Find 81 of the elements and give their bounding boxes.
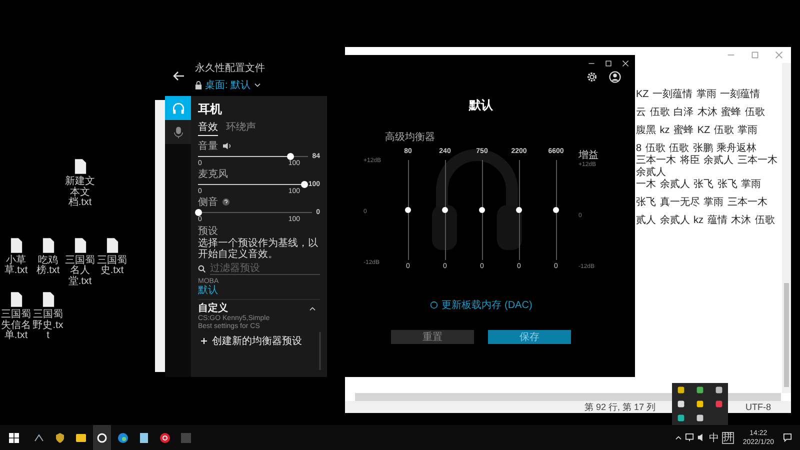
equalizer-heading: 高级均衡器 <box>385 130 435 144</box>
microphone-icon <box>172 126 184 138</box>
notification-icon[interactable] <box>783 433 792 442</box>
file-name: 三国蜀失信名单.txt <box>0 310 32 342</box>
file-icon[interactable] <box>106 236 118 254</box>
square-icon <box>180 432 192 444</box>
preset-item[interactable]: 默认 <box>198 285 320 297</box>
profile-dropdown[interactable]: 桌面: 默认 <box>205 78 251 92</box>
folder-icon <box>75 432 87 444</box>
description: 选择一个预设作为基线，以开始自定义音效。 <box>198 238 319 260</box>
profile-caption: 永久性配置文件 <box>195 62 265 75</box>
file-icon[interactable] <box>10 236 22 254</box>
text-line: 贰人 余贰人 kz 蕴情 木沐 伍歌 <box>636 215 776 227</box>
slider-label: 音量 <box>198 140 218 153</box>
gain-label: 增益 <box>578 149 600 162</box>
maximize-icon[interactable] <box>605 60 612 67</box>
user-icon[interactable] <box>609 71 621 83</box>
network-icon[interactable] <box>684 433 694 442</box>
input-mode-indicator[interactable]: 拼 <box>722 432 734 444</box>
reset-button[interactable]: 重置 <box>391 330 474 344</box>
tab[interactable]: 环绕声 <box>226 120 256 136</box>
equalizer-slider[interactable] <box>479 160 485 260</box>
disc-icon <box>159 432 171 444</box>
shield-icon <box>54 432 66 444</box>
text-line: 张飞 真一无尽 掌雨 三本一木 <box>636 197 768 209</box>
input-method-indicator[interactable]: 中 <box>708 430 719 444</box>
help-icon[interactable] <box>222 198 230 206</box>
microphone-tab[interactable] <box>165 120 191 144</box>
search-field[interactable]: 过滤器预设 <box>210 262 320 274</box>
text-line: 三本一木 将臣 余贰人 三本一木 <box>636 155 778 166</box>
plus-icon <box>201 338 207 344</box>
caret-icon[interactable] <box>254 82 261 88</box>
create-preset-button[interactable]: 创建新的均衡器预设 <box>198 334 320 348</box>
encoding-label: UTF-8 <box>746 402 771 412</box>
file-name: 吃鸡榜.txt <box>35 256 61 276</box>
section-heading: 预设 <box>198 225 219 238</box>
file-name: 三国蜀名人堂.txt <box>64 256 96 287</box>
globe-icon <box>117 432 129 444</box>
speaker-icon <box>222 142 232 150</box>
lock-icon <box>195 80 202 90</box>
text-line: 余贰人 <box>636 167 667 178</box>
minimize-icon[interactable] <box>588 60 595 67</box>
text-line: KZ 一刻蕴情 掌雨 一刻蕴情 <box>636 89 762 101</box>
file-icon[interactable] <box>10 291 22 308</box>
slider-label: 侧音 <box>198 196 218 209</box>
taskbar-app[interactable] <box>93 425 111 450</box>
headphones-icon <box>172 102 184 114</box>
info-icon <box>430 301 438 309</box>
back-arrow-icon[interactable] <box>173 70 185 80</box>
close-icon[interactable] <box>622 60 629 67</box>
windows-logo-icon[interactable] <box>9 432 19 442</box>
file-name: 新建文本文档.txt <box>64 177 96 208</box>
text-line: 一木 余贰人 张飞 张飞 掌雨 <box>636 179 762 191</box>
ring-icon <box>96 432 108 444</box>
file-name: 小草草.txt <box>3 256 29 276</box>
caret-up-icon <box>33 432 45 444</box>
tab[interactable]: 音效 <box>198 120 218 136</box>
device-title: 耳机 <box>198 101 223 118</box>
file-icon[interactable] <box>74 158 86 175</box>
chevron-icon[interactable] <box>309 306 316 310</box>
preset-title: 默认 <box>469 97 493 114</box>
file-name: 三国蜀野史.txt <box>32 310 64 342</box>
slider[interactable] <box>198 209 312 216</box>
update-memory-link[interactable]: 更新板载内存 (DAC) <box>442 298 532 312</box>
group-header[interactable]: 自定义 <box>198 301 228 315</box>
headphones-tab[interactable] <box>165 96 191 120</box>
file-icon[interactable] <box>42 236 54 254</box>
file-icon[interactable] <box>74 236 86 254</box>
text-line: 腹黑 kz 蜜蜂 KZ 伍歌 掌雨 <box>636 125 759 137</box>
text-line: 云 伍歌 白泽 木沐 蜜蜂 伍歌 <box>636 107 766 119</box>
equalizer-slider[interactable] <box>442 160 448 260</box>
chevron-up-icon[interactable] <box>674 435 682 440</box>
file-name: 三国蜀史.txt <box>96 256 128 276</box>
notepad-icon <box>138 432 150 444</box>
search-icon <box>198 264 206 272</box>
slider-label: 麦克风 <box>198 168 228 181</box>
settings-icon[interactable] <box>586 71 598 83</box>
scrollbar[interactable] <box>782 63 791 393</box>
text-line: 8 伍歌 伍歌 张鹏 乘舟返林 <box>636 143 758 154</box>
file-icon[interactable] <box>42 291 54 308</box>
cursor-position: 第 92 行, 第 17 列 <box>584 400 656 414</box>
